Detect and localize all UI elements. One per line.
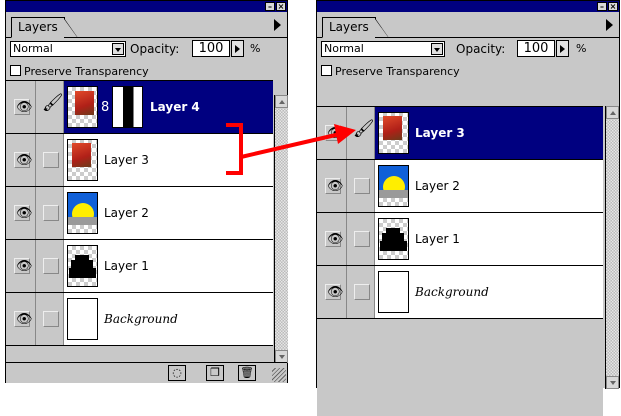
red-arrow-line — [240, 132, 341, 159]
red-bracket — [226, 123, 243, 175]
red-arrow-annotation — [226, 123, 356, 175]
red-arrowhead — [334, 124, 356, 144]
